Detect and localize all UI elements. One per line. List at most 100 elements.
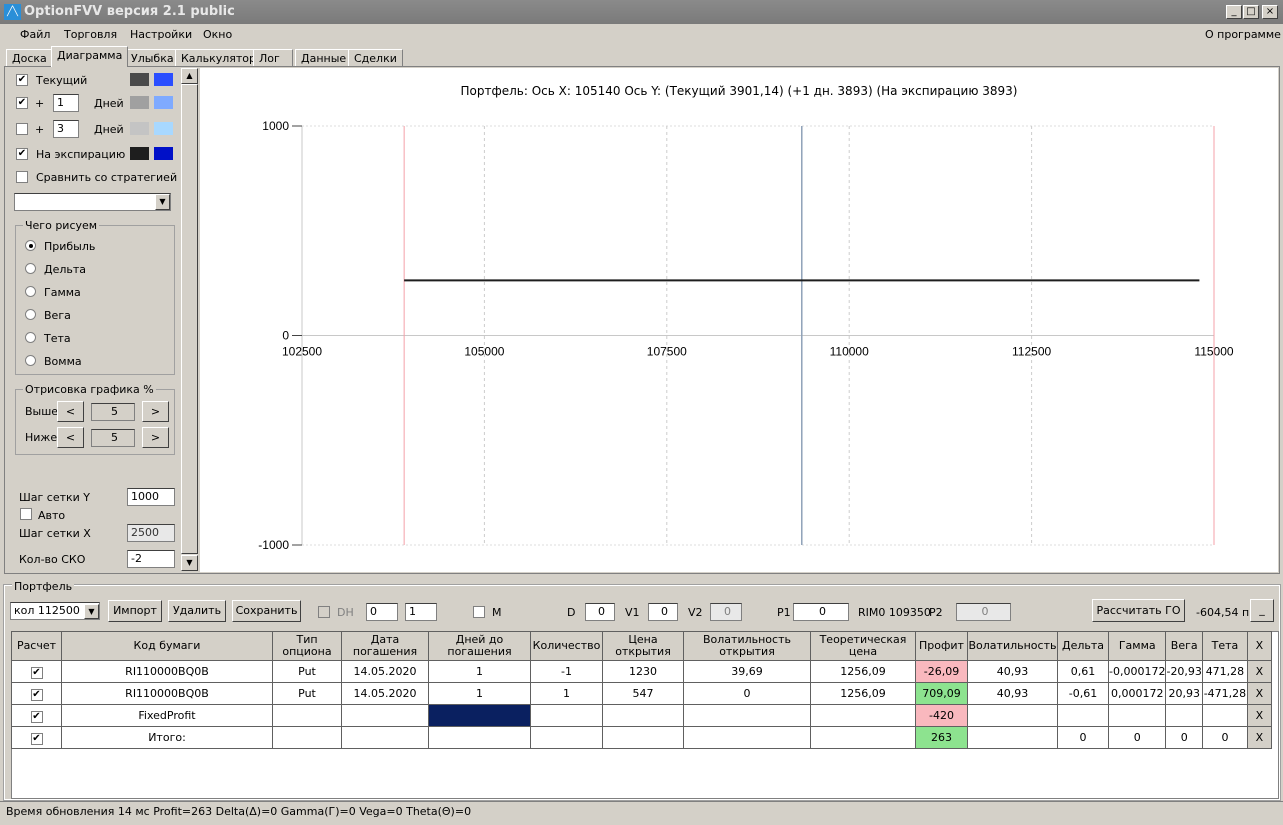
v1-input[interactable]: 0 (648, 603, 678, 621)
remove-row-button[interactable]: X (1246, 704, 1272, 727)
sko-input[interactable]: -2 (127, 550, 175, 568)
menu-file[interactable]: Файл (20, 24, 50, 46)
tab-log[interactable]: Лог (253, 49, 293, 67)
scroll-up-icon[interactable]: ▲ (181, 68, 198, 84)
column-header[interactable]: Гамма (1107, 631, 1167, 661)
column-header[interactable]: Вега (1165, 631, 1203, 661)
column-header[interactable]: Тета (1201, 631, 1248, 661)
checkbox-mark[interactable]: ✔ (30, 666, 43, 679)
days1-color-swatch[interactable] (130, 96, 149, 109)
column-header[interactable]: Расчет (11, 631, 62, 661)
days2-color-swatch[interactable] (130, 122, 149, 135)
days2-input[interactable]: 3 (53, 120, 79, 138)
what-radio-4[interactable] (25, 332, 36, 343)
minimize-button[interactable]: _ (1226, 5, 1242, 19)
column-header[interactable]: Код бумаги (61, 631, 273, 661)
menu-about[interactable]: О программе (1205, 24, 1281, 46)
plus-days2-checkbox[interactable] (16, 123, 28, 135)
table-cell: 1256,09 (810, 660, 916, 683)
chevron-down-icon[interactable]: ▼ (84, 604, 99, 619)
minimize-panel-button[interactable]: _ (1250, 599, 1274, 622)
remove-row-button[interactable]: X (1246, 726, 1272, 749)
days2-color2-swatch[interactable] (154, 122, 173, 135)
tab-board[interactable]: Доска (6, 49, 53, 67)
below-decrease-button[interactable]: < (57, 427, 84, 448)
column-header[interactable]: Профит (915, 631, 968, 661)
days1-color2-swatch[interactable] (154, 96, 173, 109)
column-header[interactable]: Тип опциона (272, 631, 342, 661)
tab-calculator[interactable]: Калькулятор (175, 49, 262, 67)
expiry-color-swatch[interactable] (130, 147, 149, 160)
current-checkbox[interactable]: ✔ (16, 74, 28, 86)
days1-input[interactable]: 1 (53, 94, 79, 112)
table-row[interactable]: ✔ RI110000BQ0B Put 14.05.2020 1 1 547 0 1256,09 7… (11, 682, 1272, 705)
scroll-down-icon[interactable]: ▼ (181, 555, 198, 571)
table-row[interactable]: ✔ RI110000BQ0B Put 14.05.2020 1 -1 1230 39,69 12… (11, 660, 1272, 683)
table-cell (1165, 704, 1203, 727)
column-header[interactable]: Дата погашения (341, 631, 429, 661)
left-scrollbar[interactable]: ▲ ▼ (181, 68, 198, 571)
below-increase-button[interactable]: > (142, 427, 169, 448)
d-label: D (567, 606, 576, 619)
table-row[interactable]: ✔ Итого: 263 0 0 0 0 X (11, 726, 1272, 749)
chevron-down-icon[interactable]: ▼ (155, 194, 170, 210)
calc-checkbox[interactable]: ✔ (11, 682, 62, 705)
d-input[interactable]: 0 (585, 603, 615, 621)
portfolio-title: Портфель (12, 580, 75, 593)
column-header[interactable]: Теоретическая цена (810, 631, 916, 661)
scrollbar-thumb[interactable] (181, 84, 198, 554)
tab-smile[interactable]: Улыбка (125, 49, 180, 67)
strategy-select[interactable]: ▼ (14, 193, 171, 211)
table-cell: 14.05.2020 (341, 660, 429, 683)
close-button[interactable]: × (1262, 5, 1278, 19)
what-radio-3[interactable] (25, 309, 36, 320)
m-checkbox[interactable] (473, 606, 485, 618)
calc-checkbox[interactable]: ✔ (11, 704, 62, 727)
cell-text: 0 (743, 687, 751, 700)
column-header[interactable]: X (1246, 631, 1272, 661)
menu-settings[interactable]: Настройки (130, 24, 192, 46)
what-radio-2[interactable] (25, 286, 36, 297)
column-header[interactable]: Волатильность (967, 631, 1058, 661)
compare-checkbox[interactable] (16, 171, 28, 183)
calculate-go-button[interactable]: Рассчитать ГО (1092, 599, 1185, 622)
calc-checkbox[interactable]: ✔ (11, 660, 62, 683)
calc-checkbox[interactable]: ✔ (11, 726, 62, 749)
tab-data[interactable]: Данные (295, 49, 353, 67)
menu-window[interactable]: Окно (203, 24, 232, 46)
tab-diagram[interactable]: Диаграмма (51, 46, 129, 67)
what-radio-5[interactable] (25, 355, 36, 366)
import-button[interactable]: Импорт (108, 600, 162, 622)
expiry-color2-swatch[interactable] (154, 147, 173, 160)
grid-y-input[interactable]: 1000 (127, 488, 175, 506)
above-decrease-button[interactable]: < (57, 401, 84, 422)
table-cell: 0 (1165, 726, 1203, 749)
checkbox-mark[interactable]: ✔ (30, 688, 43, 701)
column-header[interactable]: Волатильность открытия (683, 631, 811, 661)
tab-deals[interactable]: Сделки (348, 49, 403, 67)
delete-button[interactable]: Удалить (168, 600, 226, 622)
column-header[interactable]: Цена открытия (602, 631, 684, 661)
menu-trading[interactable]: Торговля (64, 24, 117, 46)
auto-checkbox[interactable] (20, 508, 32, 520)
column-header[interactable]: Дней до погашения (428, 631, 531, 661)
spin2-input[interactable]: 1 (405, 603, 437, 621)
column-header[interactable]: Количество (530, 631, 603, 661)
remove-row-button[interactable]: X (1246, 660, 1272, 683)
expiry-checkbox[interactable]: ✔ (16, 148, 28, 160)
checkbox-mark[interactable]: ✔ (30, 710, 43, 723)
current-color-swatch[interactable] (130, 73, 149, 86)
table-row[interactable]: ✔ FixedProfit -420 X (11, 704, 1272, 727)
current-color2-swatch[interactable] (154, 73, 173, 86)
save-button[interactable]: Сохранить (232, 600, 301, 622)
checkbox-mark[interactable]: ✔ (30, 732, 43, 745)
remove-row-button[interactable]: X (1246, 682, 1272, 705)
column-header[interactable]: Дельта (1057, 631, 1109, 661)
maximize-button[interactable]: □ (1243, 5, 1259, 19)
plus-days1-checkbox[interactable]: ✔ (16, 97, 28, 109)
what-radio-1[interactable] (25, 263, 36, 274)
p1-input[interactable]: 0 (793, 603, 849, 621)
what-radio-0[interactable] (25, 240, 36, 251)
spin1-input[interactable]: 0 (366, 603, 398, 621)
above-increase-button[interactable]: > (142, 401, 169, 422)
